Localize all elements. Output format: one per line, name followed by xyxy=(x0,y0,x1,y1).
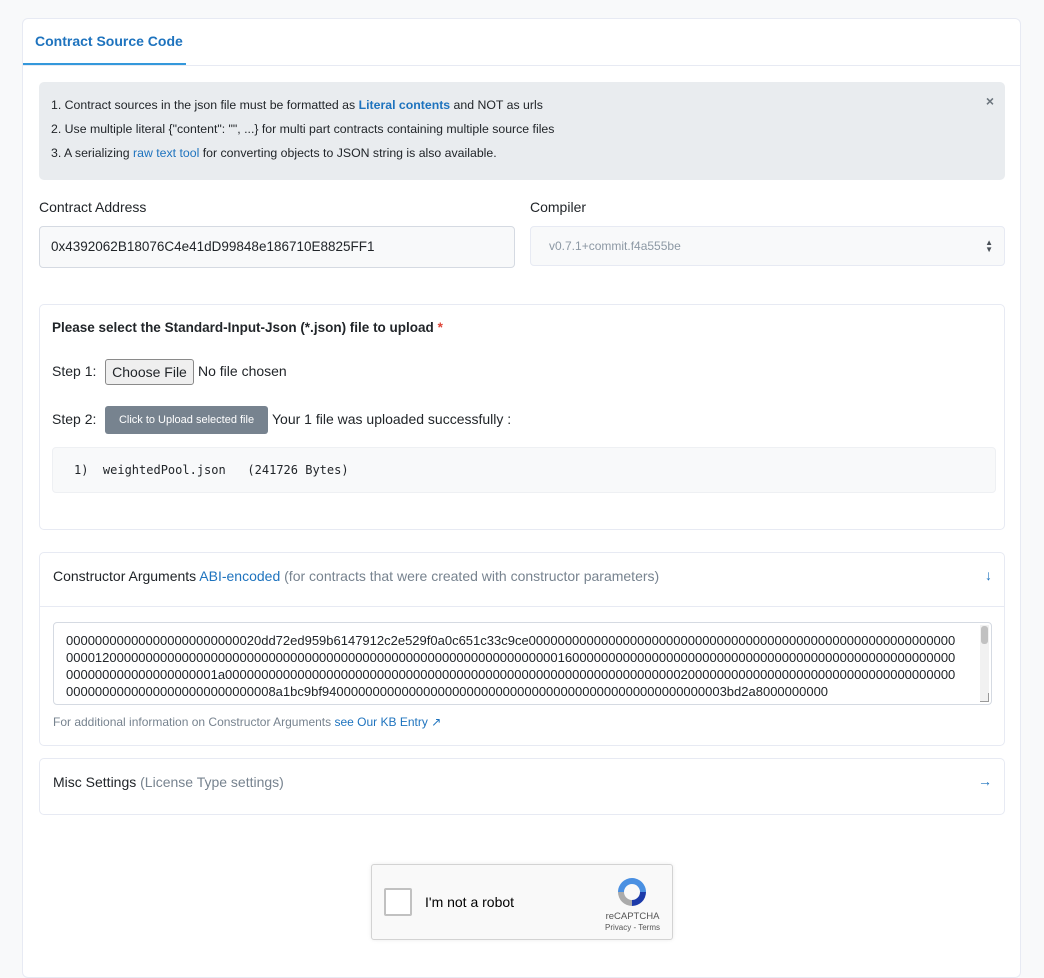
file-index: 1) xyxy=(74,463,89,477)
constructor-note: (for contracts that were created with co… xyxy=(284,568,660,584)
alert-line-3-suffix: for converting objects to JSON string is… xyxy=(199,146,497,160)
upload-selected-file-button[interactable]: Click to Upload selected file xyxy=(105,406,268,434)
compiler-label: Compiler xyxy=(530,199,587,215)
arrow-down-icon[interactable]: ↓ xyxy=(985,567,992,583)
upload-title: Please select the Standard-Input-Json (*… xyxy=(52,320,443,335)
recaptcha-logo-icon xyxy=(618,878,646,906)
kb-note: For additional information on Constructo… xyxy=(53,715,441,729)
alert-line-1-text: 1. Contract sources in the json file mus… xyxy=(51,98,359,112)
recaptcha-label: I'm not a robot xyxy=(425,894,515,910)
external-link-icon: ↗ xyxy=(431,715,442,729)
constructor-title: Constructor Arguments xyxy=(53,568,197,584)
choose-file-button[interactable]: Choose File xyxy=(105,359,194,385)
abi-encoded-link[interactable]: ABI-encoded xyxy=(199,568,280,584)
required-mark: * xyxy=(437,320,443,335)
step-1-label: Step 1: xyxy=(52,363,97,379)
contract-address-label: Contract Address xyxy=(39,199,147,215)
recaptcha-brand: reCAPTCHA xyxy=(605,911,660,922)
alert-line-1-suffix: and NOT as urls xyxy=(450,98,543,112)
step-2-label: Step 2: xyxy=(52,411,97,427)
recaptcha-terms-link[interactable]: Privacy - Terms xyxy=(590,923,675,932)
constructor-arguments-header[interactable]: Constructor Arguments ABI-encoded (for c… xyxy=(53,568,659,584)
kb-entry-link[interactable]: see Our KB Entry xyxy=(334,715,427,729)
upload-status-text: Your 1 file was uploaded successfully : xyxy=(272,411,512,427)
select-arrows-icon: ▲ ▼ xyxy=(985,238,993,254)
file-name: weightedPool.json xyxy=(102,463,226,477)
alert-line-3-text: 3. A serializing xyxy=(51,146,134,160)
compiler-selected-value: v0.7.1+commit.f4a555be xyxy=(549,239,681,253)
resize-handle-icon[interactable] xyxy=(980,693,989,702)
alert-line-3: 3. A serializing raw text tool for conve… xyxy=(51,146,993,160)
json-upload-panel: Please select the Standard-Input-Json (*… xyxy=(39,304,1005,530)
recaptcha-widget: I'm not a robot reCAPTCHA Privacy - Term… xyxy=(371,864,673,940)
textarea-scroll-thumb[interactable] xyxy=(981,626,988,644)
tab-contract-source-code[interactable]: Contract Source Code xyxy=(23,19,186,65)
alert-line-1: 1. Contract sources in the json file mus… xyxy=(51,98,993,112)
misc-settings-note: (License Type settings) xyxy=(140,774,284,790)
info-alert: 1. Contract sources in the json file mus… xyxy=(39,82,1005,180)
constructor-arguments-textarea[interactable]: 000000000000000000000000020dd72ed959b614… xyxy=(53,622,992,705)
close-icon[interactable]: × xyxy=(986,93,994,109)
arrow-right-icon[interactable]: → xyxy=(978,773,992,789)
misc-settings-title: Misc Settings xyxy=(53,774,137,790)
no-file-chosen-text: No file chosen xyxy=(198,363,287,379)
kb-note-text: For additional information on Constructo… xyxy=(53,715,335,729)
recaptcha-checkbox[interactable] xyxy=(384,888,412,916)
tab-bar: Contract Source Code xyxy=(23,19,1020,66)
contract-address-input[interactable]: 0x4392062B18076C4e41dD99848e186710E8825F… xyxy=(39,226,515,268)
file-size: (241726 Bytes) xyxy=(247,463,349,477)
compiler-select[interactable]: v0.7.1+commit.f4a555be ▲ ▼ xyxy=(530,226,1005,266)
alert-line-2: 2. Use multiple literal {"content": "", … xyxy=(51,122,555,136)
misc-settings-panel[interactable]: Misc Settings (License Type settings) → xyxy=(39,758,1005,815)
upload-title-text: Please select the Standard-Input-Json (*… xyxy=(52,320,434,335)
uploaded-file-list: 1) weightedPool.json (241726 Bytes) xyxy=(52,447,996,493)
verify-contract-card: Contract Source Code 1. Contract sources… xyxy=(22,18,1021,978)
misc-settings-header: Misc Settings (License Type settings) xyxy=(53,774,284,790)
constructor-arguments-panel: Constructor Arguments ABI-encoded (for c… xyxy=(39,552,1005,746)
constructor-arguments-value: 000000000000000000000000020dd72ed959b614… xyxy=(66,633,956,699)
literal-contents-link[interactable]: Literal contents xyxy=(359,98,451,112)
raw-text-tool-link[interactable]: raw text tool xyxy=(133,146,199,160)
divider xyxy=(40,606,1004,607)
